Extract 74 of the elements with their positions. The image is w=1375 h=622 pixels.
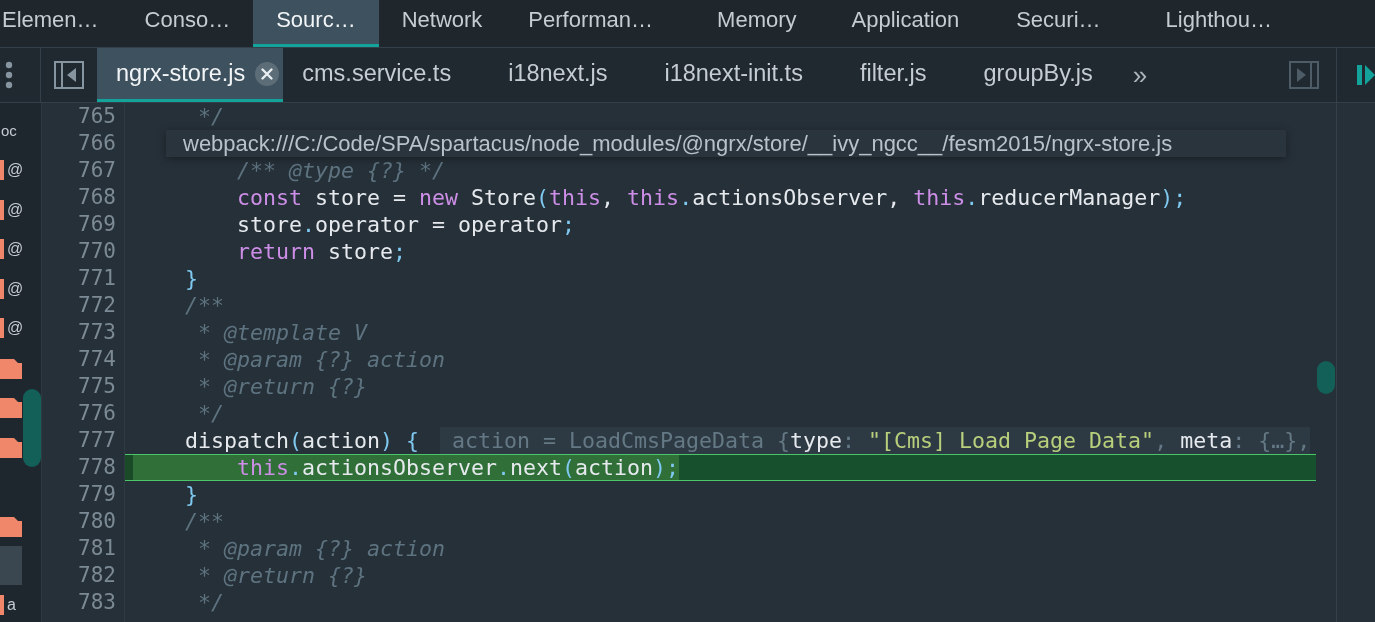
file-icon — [0, 594, 4, 615]
file-tab[interactable]: filter.js — [840, 48, 965, 102]
file-icon — [0, 199, 4, 220]
line-number: 775 — [77, 373, 116, 400]
sidebar-toggle-icon[interactable] — [1289, 61, 1319, 89]
tree-item-label[interactable]: oc — [1, 122, 17, 140]
tree-item-label[interactable]: @ — [7, 240, 22, 259]
line-number: 769 — [77, 211, 116, 238]
line-number: 766 — [77, 130, 116, 157]
scrollbar-thumb[interactable] — [1317, 361, 1335, 394]
tree-item-label[interactable]: @ — [7, 161, 22, 180]
tree-item-label[interactable]: a — [7, 595, 16, 614]
panel-tab[interactable]: Conso… — [121, 0, 254, 47]
code-line: return store; — [236, 238, 407, 265]
code-line: */ — [197, 400, 224, 427]
line-number: 776 — [77, 400, 116, 427]
file-path-tooltip: webpack:///C:/Code/SPA/spartacus/node_modules/@ngrx/store/__ivy_ngcc__/fesm2015/ngrx-store.js — [166, 130, 1286, 157]
more-tabs-button[interactable]: » — [1130, 48, 1150, 102]
panel-tab[interactable]: Performan… — [505, 0, 677, 47]
file-tab[interactable]: i18next-init.ts — [645, 48, 841, 102]
tree-item-label[interactable]: @ — [7, 200, 22, 219]
line-number: 773 — [77, 319, 116, 346]
panel-tab[interactable]: Elemen… — [0, 0, 122, 47]
resume-icon[interactable] — [1357, 63, 1375, 87]
file-icon — [0, 160, 4, 181]
code-line: * @template V — [197, 319, 367, 346]
file-icon — [0, 278, 4, 299]
line-number: 778 — [77, 454, 116, 481]
panel-tab[interactable]: Lighthou… — [1142, 0, 1295, 47]
file-tab[interactable]: cms.service.ts — [283, 48, 490, 102]
inline-value: action = LoadCmsPageData {type: "[Cms] Load Page Data", meta: {…}, — [440, 427, 1311, 454]
tree-item-label[interactable]: @ — [7, 279, 22, 298]
panel-tab[interactable]: Memory — [694, 0, 820, 47]
sidebar-toggle-icon[interactable] — [54, 61, 84, 89]
line-number: 781 — [77, 535, 116, 562]
line-number: 777 — [77, 427, 116, 454]
panel-tab[interactable]: Application — [828, 0, 983, 47]
line-number: 779 — [77, 481, 116, 508]
code-line: /** @type {?} */ — [236, 157, 445, 184]
code-line: /** — [184, 508, 224, 535]
scrollbar-thumb[interactable] — [23, 389, 41, 467]
line-number: 767 — [77, 157, 116, 184]
line-number: 765 — [77, 103, 116, 130]
code-line: } — [184, 481, 198, 508]
close-icon[interactable] — [255, 61, 280, 86]
code-line: store.operator = operator; — [236, 211, 576, 238]
panel-tab[interactable]: Securi… — [993, 0, 1124, 47]
line-number: 780 — [77, 508, 116, 535]
line-number: 771 — [77, 265, 116, 292]
file-icon — [0, 318, 4, 339]
panel-tab[interactable]: Network — [378, 0, 506, 47]
code-line: /** — [184, 292, 224, 319]
file-tab[interactable]: ngrx-store.js — [97, 48, 284, 102]
tree-item-label[interactable]: @ — [7, 319, 22, 338]
line-number: 770 — [77, 238, 116, 265]
line-number: 768 — [77, 184, 116, 211]
code-line: dispatch(action) { — [184, 427, 420, 454]
code-line: */ — [197, 103, 224, 130]
line-number: 783 — [77, 589, 116, 616]
line-number: 782 — [77, 562, 116, 589]
code-line: * @return {?} — [197, 373, 367, 400]
code-line: */ — [197, 589, 224, 616]
more-options-icon[interactable] — [5, 61, 13, 89]
code-line: const store = new Store(this, this.actionsObserver, this.reducerManager); — [236, 184, 1187, 211]
file-tab[interactable]: groupBy.js — [964, 48, 1131, 102]
line-number: 772 — [77, 292, 116, 319]
code-line: * @param {?} action — [197, 346, 445, 373]
panel-tab[interactable]: Sourc… — [253, 0, 379, 47]
code-line: * @return {?} — [197, 562, 367, 589]
line-number: 774 — [77, 346, 116, 373]
file-tab[interactable]: i18next.js — [489, 48, 646, 102]
file-icon — [0, 239, 4, 260]
code-line: * @param {?} action — [197, 535, 445, 562]
code-line: } — [184, 265, 198, 292]
